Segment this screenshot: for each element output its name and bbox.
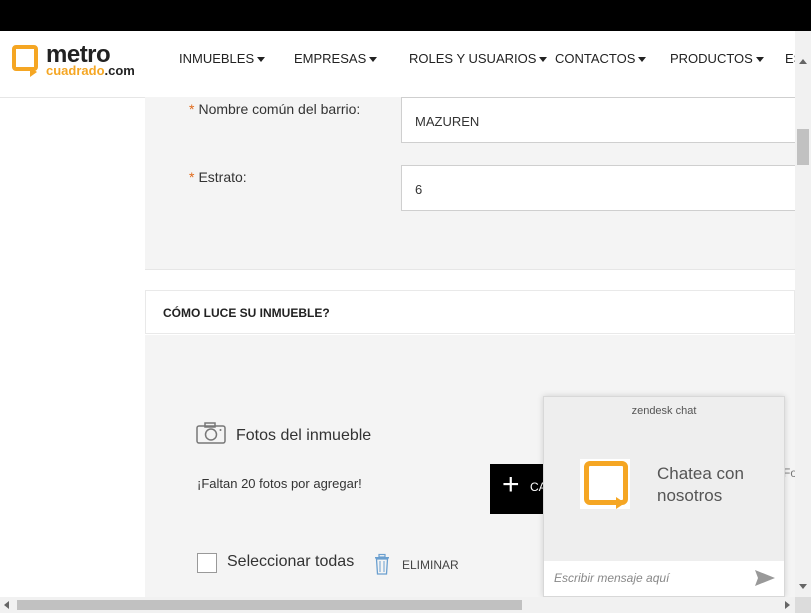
delete-button[interactable]: ELIMINAR xyxy=(402,558,459,572)
horizontal-scroll-thumb[interactable] xyxy=(17,600,522,610)
scroll-right-arrow[interactable] xyxy=(785,601,790,609)
nav-label: EMPRESAS xyxy=(294,51,367,66)
plus-icon: + xyxy=(502,468,520,501)
nav-label: INMUEBLES xyxy=(179,51,255,66)
scroll-down-arrow[interactable] xyxy=(799,584,807,589)
scroll-up-arrow[interactable] xyxy=(799,59,807,64)
estrato-field[interactable]: 6 xyxy=(401,165,801,211)
required-mark: * xyxy=(189,169,195,185)
nav-contactos[interactable]: CONTACTOS xyxy=(555,51,647,71)
scrollbar-corner xyxy=(795,597,811,613)
nav-productos[interactable]: PRODUCTOS xyxy=(670,51,764,71)
select-all-label[interactable]: Seleccionar todas xyxy=(227,553,354,571)
send-icon[interactable] xyxy=(754,569,776,587)
photos-title: Fotos del inmueble xyxy=(236,427,372,444)
chat-logo-icon xyxy=(580,459,630,509)
estrato-label: * Estrato: xyxy=(189,169,247,185)
chevron-down-icon xyxy=(755,57,764,63)
site-header: metro cuadrado.com INMUEBLES EMPRESAS RO… xyxy=(0,31,802,98)
logo-text-cuadrado-word: cuadrado xyxy=(46,63,105,78)
chevron-down-icon xyxy=(369,57,378,63)
camera-icon xyxy=(196,422,226,444)
chat-message-input[interactable]: Escribir mensaje aquí xyxy=(554,571,669,585)
add-photo-button[interactable]: + CA xyxy=(490,464,550,514)
chat-widget[interactable]: zendesk chat Chatea con nosotros Escribi… xyxy=(543,396,785,597)
required-mark: * xyxy=(189,101,195,117)
chevron-down-icon xyxy=(257,57,266,63)
nav-empresas[interactable]: EMPRESAS xyxy=(294,51,378,71)
chat-logo-arrow xyxy=(616,497,625,509)
barrio-label: * Nombre común del barrio: xyxy=(189,101,360,117)
chevron-down-icon xyxy=(638,57,647,63)
nav-label: CONTACTOS xyxy=(555,51,636,66)
nav-roles-usuarios[interactable]: ROLES Y USUARIOS xyxy=(409,51,548,71)
barrio-label-text: Nombre común del barrio: xyxy=(198,101,361,117)
top-black-bar xyxy=(0,0,811,31)
photos-section-title: CÓMO LUCE SU INMUEBLE? xyxy=(163,306,330,320)
chat-brand: zendesk chat xyxy=(631,405,697,417)
chat-title: Chatea con nosotros xyxy=(657,464,744,505)
logo-text-dotcom: .com xyxy=(104,63,135,78)
location-panel: * Nombre común del barrio: MAZUREN * Estra… xyxy=(145,97,801,270)
vertical-scroll-thumb[interactable] xyxy=(797,129,809,165)
nav-label: PRODUCTOS xyxy=(670,51,753,66)
select-all-checkbox[interactable] xyxy=(197,553,217,573)
scroll-left-arrow[interactable] xyxy=(4,601,9,609)
horizontal-scrollbar[interactable] xyxy=(0,597,811,613)
chat-header: zendesk chat Chatea con nosotros xyxy=(544,397,784,561)
photos-section-header: CÓMO LUCE SU INMUEBLE? xyxy=(145,290,795,334)
chevron-down-icon xyxy=(539,57,548,63)
nav-inmuebles[interactable]: INMUEBLES xyxy=(179,51,266,71)
site-logo[interactable]: metro cuadrado.com xyxy=(12,41,152,83)
barrio-field[interactable]: MAZUREN xyxy=(401,97,801,143)
logo-text-cuadrado: cuadrado.com xyxy=(46,63,135,78)
photos-remaining: ¡Faltan 20 fotos por agregar! xyxy=(197,476,362,491)
logo-arrow xyxy=(30,67,37,77)
nav-label: ROLES Y USUARIOS xyxy=(409,51,537,66)
trash-icon[interactable] xyxy=(373,553,391,575)
estrato-label-text: Estrato: xyxy=(198,169,247,185)
vertical-scrollbar[interactable] xyxy=(795,31,811,597)
